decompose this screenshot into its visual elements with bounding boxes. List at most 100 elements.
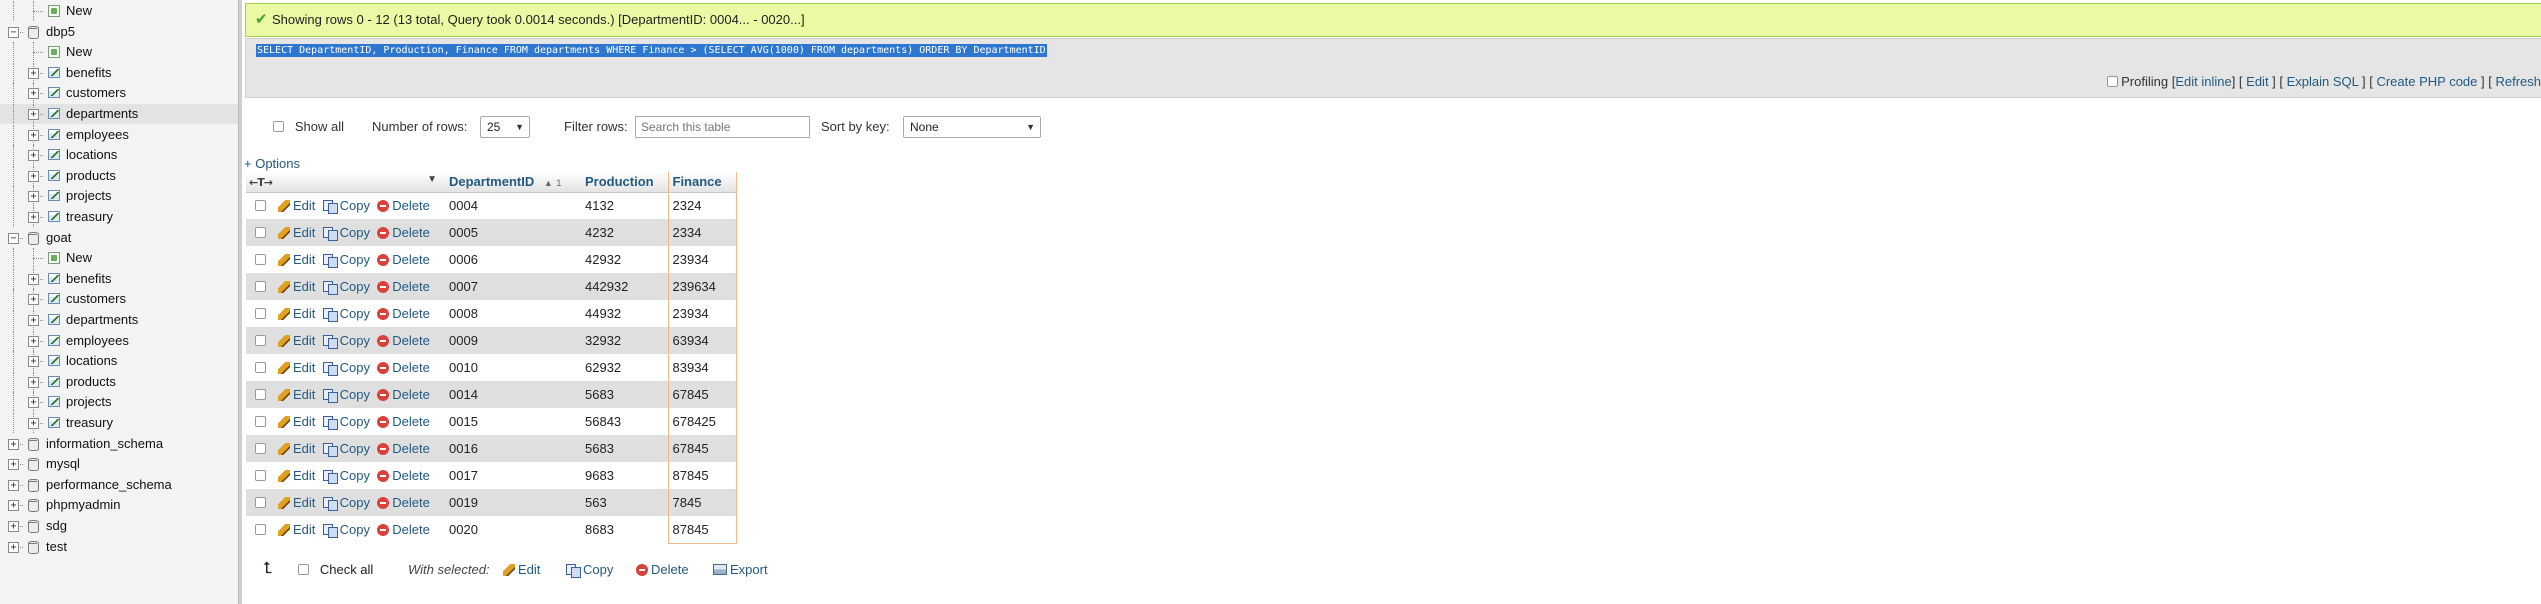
cell-finance[interactable]: 7845 [667, 489, 737, 516]
cell-production[interactable]: 9683 [581, 462, 668, 489]
tree-item-label[interactable]: treasury [66, 207, 113, 227]
bulk-delete-button[interactable]: Delete [636, 556, 689, 584]
row-checkbox[interactable] [255, 254, 266, 265]
expand-icon[interactable]: + [28, 109, 39, 120]
expand-icon[interactable]: + [28, 67, 39, 79]
row-delete-button[interactable]: Delete [377, 441, 430, 456]
row-checkbox[interactable] [255, 308, 266, 319]
cell-production[interactable]: 4232 [581, 219, 668, 246]
show-all-control[interactable]: Show all [273, 112, 344, 142]
row-edit-button[interactable]: Edit [278, 279, 315, 294]
row-checkbox[interactable] [255, 416, 266, 427]
cell-departmentid[interactable]: 0009 [445, 327, 581, 354]
expand-icon[interactable]: + [28, 191, 39, 203]
column-menu-chevron-icon[interactable]: ▼ [427, 174, 437, 185]
collapse-icon[interactable]: − [8, 26, 19, 38]
expand-icon[interactable]: + [28, 294, 39, 306]
cell-departmentid[interactable]: 0010 [445, 354, 581, 381]
expand-icon[interactable]: + [28, 88, 39, 100]
cell-departmentid[interactable]: 0007 [445, 273, 581, 300]
tree-item-phpmyadmin[interactable]: + phpmyadmin [0, 495, 238, 515]
cell-departmentid[interactable]: 0014 [445, 381, 581, 408]
tree-item-label[interactable]: New [66, 248, 92, 268]
tree-item-label[interactable]: products [66, 166, 116, 186]
tree-item-label[interactable]: test [46, 537, 67, 557]
row-checkbox[interactable] [255, 470, 266, 481]
tree-item-label[interactable]: locations [66, 351, 117, 371]
row-checkbox[interactable] [255, 227, 266, 238]
row-edit-button[interactable]: Edit [278, 522, 315, 537]
row-copy-button[interactable]: Copy [322, 441, 370, 457]
row-delete-button[interactable]: Delete [377, 414, 430, 429]
tree-item-label[interactable]: projects [66, 186, 112, 206]
tree-item-label[interactable]: sdg [46, 516, 67, 536]
expand-icon[interactable]: + [8, 521, 19, 532]
row-delete-button[interactable]: Delete [377, 225, 430, 240]
cell-production[interactable]: 56843 [581, 408, 668, 435]
row-copy-button[interactable]: Copy [322, 360, 370, 376]
tree-item-departments[interactable]: + departments [0, 104, 238, 124]
row-copy-button[interactable]: Copy [322, 198, 370, 215]
collapse-icon[interactable]: − [8, 232, 19, 244]
cell-departmentid[interactable]: 0019 [445, 489, 581, 516]
cell-finance[interactable]: 678425 [667, 408, 737, 435]
cell-departmentid[interactable]: 0008 [445, 300, 581, 327]
tree-item-goat[interactable]: − goat [0, 228, 238, 248]
sql-query-text[interactable]: SELECT DepartmentID, Production, Finance… [256, 44, 1047, 57]
cell-production[interactable]: 563 [581, 489, 668, 516]
expand-icon[interactable]: + [28, 212, 39, 223]
tree-item-label[interactable]: projects [66, 392, 112, 412]
expand-icon[interactable]: + [28, 335, 39, 347]
tree-item-customers[interactable]: + customers [0, 289, 238, 310]
cell-finance[interactable]: 63934 [667, 327, 737, 354]
expand-icon[interactable]: + [8, 479, 19, 491]
cell-production[interactable]: 32932 [581, 327, 668, 354]
row-checkbox[interactable] [255, 389, 266, 400]
check-all-control[interactable]: Check all [298, 556, 373, 584]
tree-item-New[interactable]: New [0, 1, 238, 21]
edit-query-link[interactable]: Edit [2246, 74, 2268, 89]
tree-item-treasury[interactable]: + treasury [0, 207, 238, 227]
tree-item-label[interactable]: performance_schema [46, 475, 172, 495]
row-delete-button[interactable]: Delete [377, 306, 430, 321]
tree-item-locations[interactable]: + locations [0, 351, 238, 372]
tree-item-label[interactable]: customers [66, 83, 126, 103]
row-checkbox[interactable] [255, 200, 266, 212]
tree-item-label[interactable]: benefits [66, 269, 112, 289]
cell-production[interactable]: 5683 [581, 435, 668, 462]
tree-item-employees[interactable]: + employees [0, 330, 238, 351]
row-delete-button[interactable]: Delete [377, 198, 430, 213]
create-php-code-link[interactable]: Create PHP code [2376, 74, 2477, 89]
row-delete-button[interactable]: Delete [377, 522, 430, 537]
cell-finance[interactable]: 83934 [667, 354, 737, 381]
cell-finance[interactable]: 23934 [667, 246, 737, 273]
row-edit-button[interactable]: Edit [278, 333, 315, 348]
column-header-production[interactable]: Production [581, 172, 668, 193]
tree-item-customers[interactable]: + customers [0, 83, 238, 104]
expand-icon[interactable]: + [8, 541, 19, 553]
row-edit-button[interactable]: Edit [278, 360, 315, 375]
column-header-departmentid[interactable]: DepartmentID ▲ 1 [445, 172, 581, 193]
expand-icon[interactable]: + [28, 129, 39, 141]
profiling-checkbox[interactable] [2106, 76, 2118, 87]
tree-item-label[interactable]: employees [66, 125, 129, 145]
expand-icon[interactable]: + [28, 418, 39, 429]
cell-finance[interactable]: 87845 [667, 462, 737, 489]
tree-item-products[interactable]: + products [0, 371, 238, 392]
row-delete-button[interactable]: Delete [377, 468, 430, 483]
tree-item-New[interactable]: New [0, 42, 238, 63]
row-edit-button[interactable]: Edit [278, 306, 315, 321]
check-all-checkbox[interactable] [298, 564, 309, 575]
tree-item-treasury[interactable]: + treasury [0, 413, 238, 433]
tree-item-label[interactable]: mysql [46, 454, 80, 474]
tree-item-label[interactable]: dbp5 [46, 22, 75, 42]
tree-item-label[interactable]: goat [46, 228, 71, 248]
row-checkbox[interactable] [255, 497, 266, 508]
tree-item-label[interactable]: information_schema [46, 434, 163, 454]
panel-resize-handle[interactable] [238, 0, 242, 604]
tree-item-projects[interactable]: + projects [0, 392, 238, 413]
row-copy-button[interactable]: Copy [322, 306, 370, 322]
tree-item-label[interactable]: departments [66, 310, 138, 330]
row-copy-button[interactable]: Copy [322, 495, 370, 511]
expand-icon[interactable]: + [8, 500, 19, 512]
